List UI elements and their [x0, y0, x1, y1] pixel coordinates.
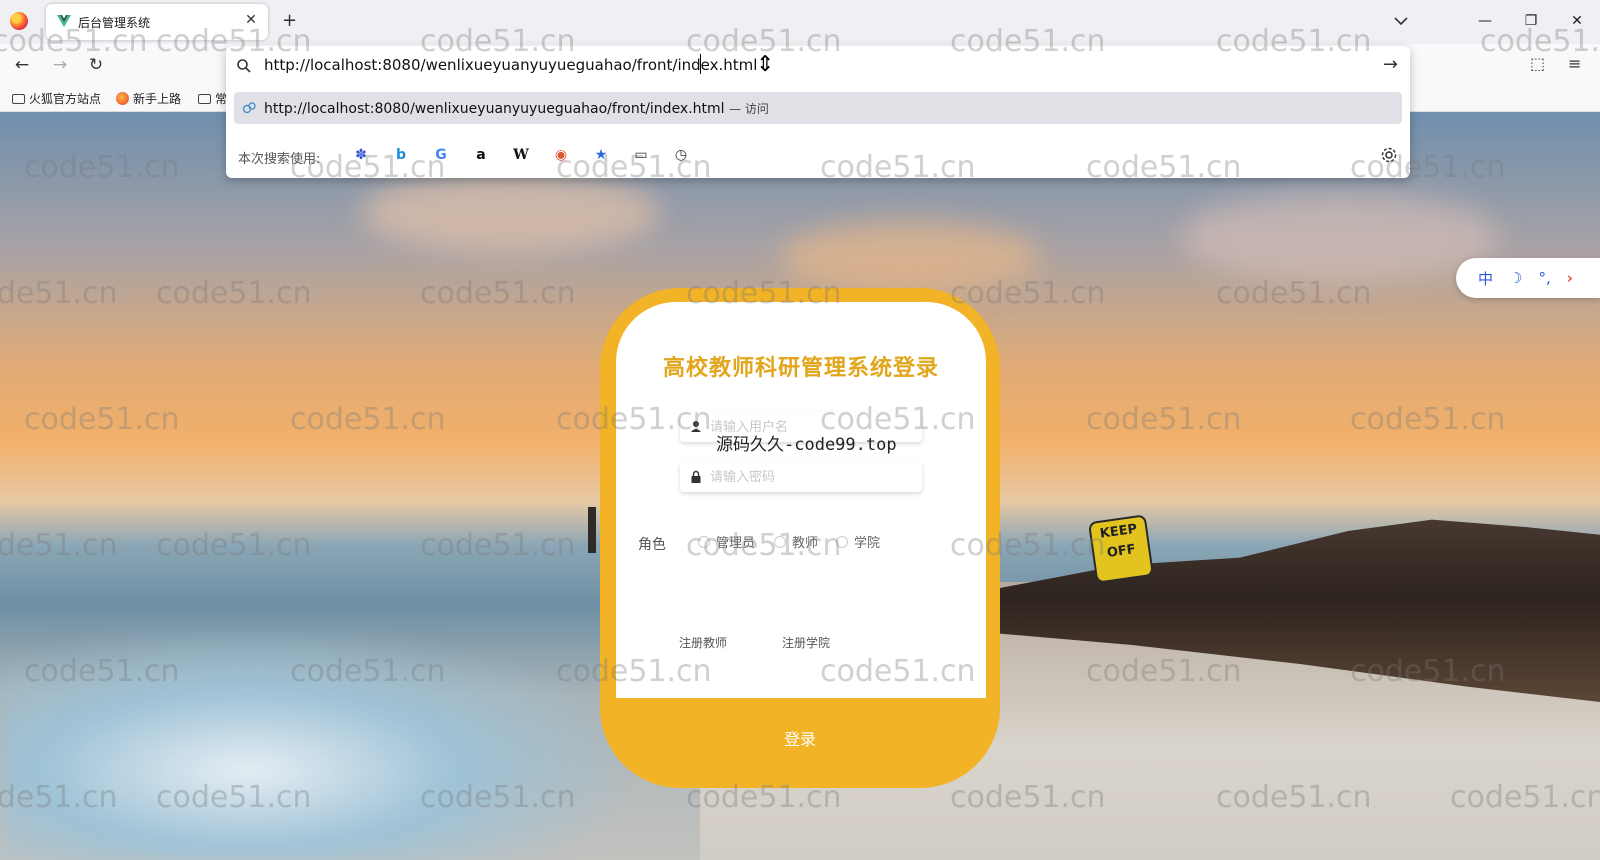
login-title: 高校教师科研管理系统登录	[662, 355, 939, 381]
suggestion-text: http://localhost:8080/wenlixueyuanyuyueg…	[264, 100, 769, 117]
search-icon	[237, 59, 251, 73]
register-teacher-link[interactable]: 注册教师	[679, 634, 727, 651]
tabs-icon[interactable]: ▭	[630, 144, 652, 166]
cloud	[360, 172, 660, 252]
vue-icon	[57, 15, 71, 27]
login-form: 高校教师科研管理系统登录 源码久久-code99.top 角色 管理员 教师 学…	[616, 302, 986, 698]
resize-cursor-icon: ⇕	[756, 52, 775, 77]
firefox-icon	[116, 92, 129, 105]
cloud	[780, 222, 1040, 292]
password-input[interactable]	[710, 467, 910, 487]
duckduckgo-icon[interactable]: ◉	[550, 144, 572, 166]
suggestion-action: — 访问	[729, 102, 769, 116]
bookmarks-star-icon[interactable]: ★	[590, 144, 612, 166]
tab-title: 后台管理系统	[78, 16, 151, 30]
engines-label: 本次搜索使用:	[238, 152, 321, 167]
role-option-label: 教师	[792, 536, 819, 551]
text-cursor	[700, 54, 701, 74]
folder-icon	[198, 93, 211, 104]
post-image	[588, 507, 596, 553]
url-bar[interactable]: http://localhost:8080/wenlixueyuanyuyueg…	[226, 46, 1410, 86]
google-icon[interactable]: G	[430, 144, 452, 166]
bookmark-getting-started[interactable]: 新手上路	[116, 90, 181, 107]
restore-icon[interactable]: ❐	[1520, 10, 1542, 32]
wikipedia-icon[interactable]: W	[510, 144, 532, 166]
folder-icon	[12, 93, 25, 104]
search-engines-row: 本次搜索使用: ✽ b G a W ◉ ★ ▭ ◷	[226, 134, 1410, 174]
tab-bar: 后台管理系统 ✕ + — ❐ ✕	[0, 0, 1600, 44]
password-field[interactable]	[680, 462, 922, 492]
bookmark-label: 火狐官方站点	[29, 92, 102, 106]
minimize-icon[interactable]: —	[1474, 10, 1496, 32]
globe-icon	[242, 102, 256, 114]
radio-icon	[698, 535, 710, 548]
gear-icon[interactable]	[1380, 146, 1398, 164]
url-dropdown: http://localhost:8080/wenlixueyuanyuyueg…	[226, 46, 1410, 178]
login-button[interactable]: 登录	[600, 698, 1000, 778]
reload-icon[interactable]: ↻	[84, 53, 108, 77]
amazon-icon[interactable]: a	[470, 144, 492, 166]
forward-icon[interactable]: →	[48, 53, 72, 77]
role-option-label: 管理员	[716, 536, 756, 551]
chevron-down-icon[interactable]	[1392, 12, 1410, 30]
tab-admin[interactable]: 后台管理系统 ✕	[46, 4, 268, 40]
back-icon[interactable]: ←	[10, 53, 34, 77]
baidu-icon[interactable]: ✽	[350, 144, 372, 166]
radio-icon	[836, 535, 848, 548]
cloud	[1180, 192, 1500, 282]
bookmark-folder[interactable]: 常	[198, 90, 227, 107]
radio-icon	[774, 535, 786, 548]
role-teacher-radio[interactable]: 教师	[774, 532, 818, 551]
role-college-radio[interactable]: 学院	[836, 532, 880, 551]
suggestion-url: http://localhost:8080/wenlixueyuanyuyueg…	[264, 101, 725, 117]
user-icon	[691, 421, 701, 432]
window-close-icon[interactable]: ✕	[1566, 10, 1588, 32]
history-icon[interactable]: ◷	[670, 144, 692, 166]
menu-icon[interactable]: ≡	[1568, 54, 1581, 73]
wave-image	[0, 632, 620, 860]
firefox-logo-icon	[10, 12, 28, 30]
tab-close-icon[interactable]: ✕	[242, 12, 260, 28]
ime-punctuation-toggle[interactable]: °,	[1538, 269, 1550, 287]
extensions-icon[interactable]: ⬚	[1530, 54, 1545, 73]
go-arrow-icon[interactable]: →	[1383, 54, 1398, 75]
ime-lang-toggle[interactable]: 中	[1478, 268, 1493, 289]
role-admin-radio[interactable]: 管理员	[698, 532, 755, 551]
url-suggestion[interactable]: http://localhost:8080/wenlixueyuanyuyueg…	[234, 92, 1402, 124]
bookmark-firefox-site[interactable]: 火狐官方站点	[12, 90, 101, 107]
lock-icon	[691, 470, 701, 483]
register-college-link[interactable]: 注册学院	[782, 634, 830, 651]
login-card: 高校教师科研管理系统登录 源码久久-code99.top 角色 管理员 教师 学…	[600, 288, 1000, 788]
role-label: 角色	[638, 537, 666, 553]
role-option-label: 学院	[854, 536, 881, 551]
source-watermark-text: 源码久久-code99.top	[716, 435, 897, 455]
new-tab-button[interactable]: +	[282, 10, 297, 31]
bing-icon[interactable]: b	[390, 144, 412, 166]
chevron-right-icon[interactable]: ›	[1567, 269, 1573, 287]
moon-icon[interactable]: ☽	[1509, 269, 1522, 287]
keep-off-sign-image: KEEP OFF	[1087, 514, 1155, 584]
ime-toolbar[interactable]: 中 ☽ °, ›	[1456, 258, 1600, 298]
bookmark-label: 新手上路	[133, 92, 182, 106]
url-input[interactable]: http://localhost:8080/wenlixueyuanyuyueg…	[264, 56, 757, 74]
